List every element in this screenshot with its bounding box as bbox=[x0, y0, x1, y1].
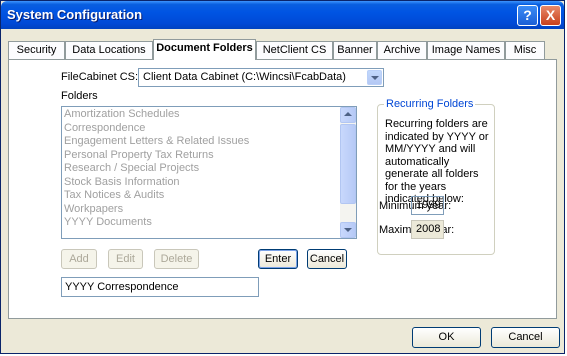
recurring-folders-title: Recurring Folders bbox=[384, 98, 476, 110]
help-button[interactable]: ? bbox=[517, 5, 538, 26]
filecabinet-select[interactable]: Client Data Cabinet (C:\Wincsi\FcabData) bbox=[138, 68, 384, 87]
edit-button[interactable]: Edit bbox=[108, 249, 143, 269]
document-folders-panel: FileCabinet CS: Client Data Cabinet (C:\… bbox=[8, 59, 557, 319]
filecabinet-label: FileCabinet CS: bbox=[61, 71, 139, 83]
list-item[interactable]: Engagement Letters & Related Issues bbox=[64, 135, 356, 149]
list-item[interactable]: Research / Special Projects bbox=[64, 162, 356, 176]
cancel-edit-button[interactable]: Cancel bbox=[307, 249, 347, 269]
list-item[interactable]: Workpapers bbox=[64, 203, 356, 217]
delete-button[interactable]: Delete bbox=[154, 249, 199, 269]
list-item[interactable]: Personal Property Tax Returns bbox=[64, 149, 356, 163]
enter-button[interactable]: Enter bbox=[258, 249, 298, 269]
tab-image-names[interactable]: Image Names bbox=[427, 41, 505, 59]
title-bar[interactable]: System Configuration ? X bbox=[1, 1, 564, 29]
folders-label: Folders bbox=[61, 90, 98, 102]
tab-document-folders[interactable]: Document Folders bbox=[153, 39, 256, 60]
tab-security[interactable]: Security bbox=[8, 41, 65, 59]
tab-banner[interactable]: Banner bbox=[333, 41, 377, 59]
chevron-down-icon[interactable] bbox=[367, 70, 382, 85]
filecabinet-value: Client Data Cabinet (C:\Wincsi\FcabData) bbox=[143, 71, 346, 83]
tab-netclient-cs[interactable]: NetClient CS bbox=[256, 41, 333, 59]
tab-data-locations[interactable]: Data Locations bbox=[65, 41, 153, 59]
system-configuration-window: System Configuration ? X Security Data L… bbox=[0, 0, 565, 354]
cancel-button[interactable]: Cancel bbox=[491, 327, 560, 348]
tab-archive[interactable]: Archive bbox=[377, 41, 427, 59]
folder-name-value: YYYY Correspondence bbox=[65, 281, 179, 293]
recurring-folders-description: Recurring folders are indicated by YYYY … bbox=[385, 118, 489, 205]
tab-misc[interactable]: Misc bbox=[505, 41, 545, 59]
folder-name-input[interactable]: YYYY Correspondence bbox=[61, 277, 259, 297]
add-button[interactable]: Add bbox=[61, 249, 97, 269]
list-item[interactable]: Stock Basis Information bbox=[64, 176, 356, 190]
window-title: System Configuration bbox=[7, 7, 143, 22]
close-button[interactable]: X bbox=[540, 5, 561, 26]
ok-button[interactable]: OK bbox=[412, 327, 481, 348]
folders-list[interactable]: Amortization Schedules Correspondence En… bbox=[61, 106, 357, 239]
maximum-year-field: 2008 bbox=[411, 220, 444, 239]
folders-scrollbar[interactable] bbox=[340, 107, 356, 238]
list-item[interactable]: Amortization Schedules bbox=[64, 108, 356, 122]
list-item[interactable]: YYYY Documents bbox=[64, 216, 356, 230]
minimum-year-input[interactable]: 1999 bbox=[411, 196, 444, 215]
scroll-down-icon[interactable] bbox=[340, 222, 356, 238]
list-item[interactable]: Tax Notices & Audits bbox=[64, 189, 356, 203]
list-item[interactable]: Correspondence bbox=[64, 122, 356, 136]
scroll-up-icon[interactable] bbox=[340, 107, 356, 123]
scroll-thumb[interactable] bbox=[340, 124, 356, 204]
